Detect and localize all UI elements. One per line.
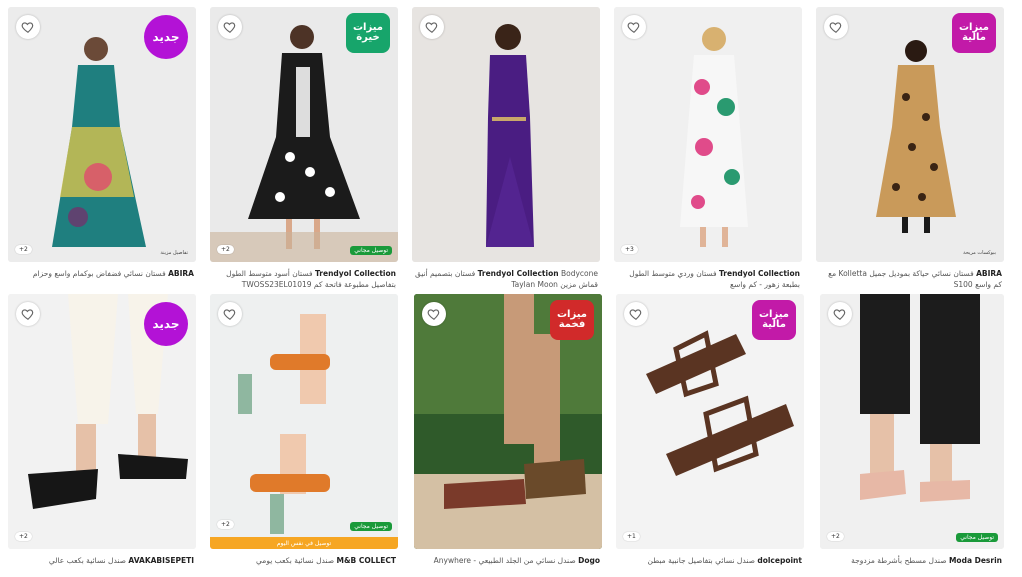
product-image[interactable]: ميزات خيرة +2 توصيل مجاني [210,7,398,262]
deal-badge: ميزات مالية [952,13,996,53]
heart-icon[interactable] [218,302,242,326]
product-card[interactable]: جديد +2 تفاصيل مزينة ABIRA فستان نسائي ف… [8,7,196,290]
sandal-photo [820,294,1004,549]
free-shipping-badge: توصيل مجاني [350,522,392,531]
product-title[interactable]: Dogo صندل نسائي من الجلد الطبيعي - Anywh… [414,555,602,577]
product-title[interactable]: M&B COLLECT صندل نسائية بكعب يومي [210,555,398,577]
color-count: +2 [827,532,844,541]
product-card[interactable]: ميزات فخمة Dogo صندل نسائي من الجلد الطب… [414,294,602,577]
product-title[interactable]: Moda Desrin صندل مسطح بأشرطة مزدوجة [820,555,1004,577]
heart-icon[interactable] [218,15,242,39]
new-badge: جديد [144,302,188,346]
product-brand: dolcepoint [757,556,802,565]
product-title[interactable]: Trendyol Collection فستان أسود متوسط الط… [210,268,398,290]
product-image[interactable]: ميزات مالية ببوكسات مريحة [816,7,1004,262]
heart-icon[interactable] [622,15,646,39]
free-shipping-badge: توصيل مجاني [956,533,998,542]
product-brand: Moda Desrin [948,556,1002,565]
product-brand: Trendyol Collection [477,269,559,278]
deal-badge: ميزات فخمة [550,300,594,340]
heart-icon[interactable] [824,15,848,39]
product-brand: ABIRA [168,269,194,278]
product-brand: M&B COLLECT [336,556,396,565]
product-brand: ABIRA [976,269,1002,278]
product-image[interactable]: ميزات مالية +1 [616,294,804,549]
color-count: +1 [623,532,640,541]
product-brand: Dogo [578,556,600,565]
product-image[interactable]: +3 [614,7,802,262]
product-card[interactable]: ميزات خيرة +2 توصيل مجاني Trendyol Colle… [210,7,398,290]
product-card[interactable]: ميزات مالية ببوكسات مريحة ABIRA فستان نس… [816,7,1004,290]
product-card[interactable]: +3 Trendyol Collection فستان وردي متوسط … [614,7,802,290]
product-card[interactable]: +2 توصيل مجاني Moda Desrin صندل مسطح بأش… [820,294,1004,577]
image-caption: تفاصيل مزينة [160,250,188,256]
product-title[interactable]: Trendyol Collection فستان وردي متوسط الط… [614,268,802,290]
color-count: +2 [15,532,32,541]
heart-icon[interactable] [16,302,40,326]
color-count: +2 [217,245,234,254]
product-title[interactable]: ABIRA فستان نسائي حياكة بموديل جميل Koll… [816,268,1004,290]
heart-icon[interactable] [420,15,444,39]
product-grid: جديد +2 تفاصيل مزينة ABIRA فستان نسائي ف… [0,0,1022,576]
heart-icon[interactable] [16,15,40,39]
color-count: +2 [15,245,32,254]
product-image[interactable]: جديد +2 [8,294,196,549]
product-title[interactable]: dolcepoint صندل نسائي بتفاصيل جانبية مبط… [616,555,804,577]
heart-icon[interactable] [624,302,648,326]
color-count: +2 [217,520,234,529]
product-image[interactable]: ميزات فخمة [414,294,602,549]
image-caption: ببوكسات مريحة [963,250,996,256]
product-card[interactable]: جديد +2 AVAKABISEPETI صندل نسائية بكعب ع… [8,294,196,577]
dress-photo [614,7,802,262]
color-count: +3 [621,245,638,254]
heart-icon[interactable] [422,302,446,326]
product-card[interactable]: ميزات مالية +1 dolcepoint صندل نسائي بتف… [616,294,804,577]
product-card[interactable]: +2 توصيل مجاني توصيل في نفس اليوم M&B CO… [210,294,398,577]
free-shipping-badge: توصيل مجاني [350,246,392,255]
product-image[interactable]: +2 توصيل مجاني توصيل في نفس اليوم [210,294,398,549]
sandal-photo [210,294,398,549]
product-image[interactable]: جديد +2 تفاصيل مزينة [8,7,196,262]
dress-photo [412,7,600,262]
product-card[interactable]: Trendyol Collection Bodycone فستان بتصمي… [412,7,600,290]
product-brand: Trendyol Collection [719,269,800,278]
deal-badge: ميزات مالية [752,300,796,340]
heart-icon[interactable] [828,302,852,326]
deal-badge: ميزات خيرة [346,13,390,53]
new-badge: جديد [144,15,188,59]
same-day-strip: توصيل في نفس اليوم [210,537,398,549]
product-image[interactable] [412,7,600,262]
product-image[interactable]: +2 توصيل مجاني [820,294,1004,549]
product-title[interactable]: ABIRA فستان نسائي فضفاض بوكمام واسع وحزا… [8,268,196,290]
product-title[interactable]: Trendyol Collection Bodycone فستان بتصمي… [412,268,600,290]
product-brand: AVAKABISEPETI [128,556,194,565]
product-brand: Trendyol Collection [315,269,396,278]
product-title[interactable]: AVAKABISEPETI صندل نسائية بكعب عالي [8,555,196,577]
